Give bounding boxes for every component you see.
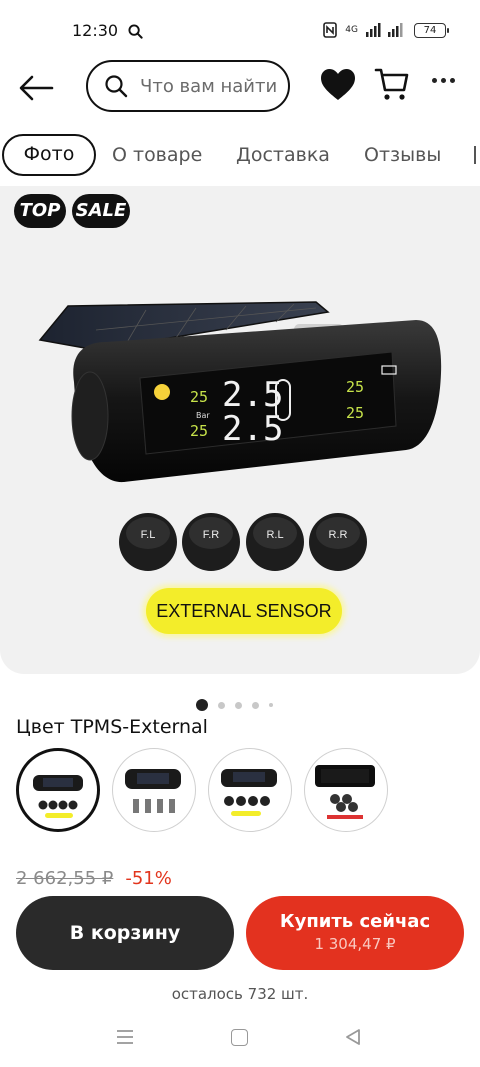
lcd-right-top: 25 [346, 378, 364, 396]
signal-icon [366, 23, 403, 37]
sensor-rl-label: R.L [266, 529, 283, 541]
variant-internal-thumbnail [125, 769, 181, 813]
recent-apps-icon[interactable] [116, 1029, 134, 1045]
cart-icon[interactable] [374, 66, 410, 102]
tab-delivery[interactable]: Доставка [236, 134, 330, 176]
tab-photo[interactable]: Фото [2, 134, 96, 176]
variant-external-x2-thumbnail [221, 769, 277, 816]
old-price: 2 662,55 ₽ [16, 868, 114, 889]
lcd-main-bottom: 2.5 [222, 409, 283, 449]
carousel-dot[interactable] [252, 701, 259, 709]
system-nav-bar [0, 1012, 480, 1067]
variant-external[interactable] [16, 748, 100, 832]
lcd-unit: Bar [196, 411, 210, 420]
sensor-fr-label: F.R [203, 529, 220, 541]
variant-external-thumbnail [33, 775, 83, 818]
carousel-dot[interactable] [269, 703, 273, 707]
section-tabs: Фото О товаре Доставка Отзывы [0, 134, 480, 178]
buy-now-button[interactable]: Купить сейчас 1 304,47 ₽ [246, 896, 464, 970]
discount-badge: -51% [125, 868, 172, 889]
tpms-monitor-image: 25 Bar 25 2.5 2.5 25 25 [38, 301, 442, 483]
status-indicators: 4G 74 [323, 22, 449, 38]
status-bar: 12:30 4G 74 [0, 0, 480, 60]
status-time: 12:30 [72, 21, 119, 40]
battery-icon: 74 [414, 22, 449, 38]
variant-external-x2[interactable] [208, 748, 292, 832]
sensor-fr: F.R [182, 513, 240, 571]
carousel-dot[interactable] [235, 701, 242, 709]
top-badge: TOP [14, 194, 66, 228]
sensor-rr: R.R [309, 513, 367, 571]
tab-reviews[interactable]: Отзывы [364, 134, 441, 176]
nfc-icon [323, 22, 338, 38]
sale-badge: SALE [72, 194, 130, 228]
variant-black[interactable] [304, 748, 388, 832]
sensor-fl-label: F.L [141, 529, 156, 541]
external-sensor-label: EXTERNAL SENSOR [146, 588, 342, 634]
sensor-rl: R.L [246, 513, 304, 571]
lcd-left-top: 25 [190, 388, 208, 406]
buy-now-label: Купить сейчас [279, 911, 431, 932]
tab-about[interactable]: О товаре [112, 134, 202, 176]
search-input[interactable] [140, 75, 288, 97]
sensor-rr-label: R.R [329, 529, 348, 541]
back-arrow-icon[interactable] [16, 72, 56, 104]
price-row: 2 662,55 ₽ -51% [16, 868, 172, 896]
buy-now-price: 1 304,47 ₽ [314, 935, 396, 953]
search-icon [128, 24, 143, 39]
lcd-left-bottom: 25 [190, 422, 208, 440]
add-to-cart-button[interactable]: В корзину [16, 896, 234, 970]
tpms-sensors-image: F.L F.R R.L R.R [119, 513, 367, 571]
heart-icon[interactable] [320, 68, 356, 102]
search-bar[interactable] [86, 60, 290, 112]
carousel-indicator [196, 698, 273, 712]
header [0, 58, 480, 120]
search-icon [105, 75, 128, 98]
tab-next-partial[interactable] [474, 146, 480, 164]
color-selection-label: Цвет TPMS-External [16, 716, 208, 738]
back-triangle-icon[interactable] [344, 1028, 362, 1046]
home-icon[interactable] [231, 1029, 248, 1046]
carousel-dot-active[interactable] [196, 699, 208, 711]
variant-internal[interactable] [112, 748, 196, 832]
lcd-right-bottom: 25 [346, 404, 364, 422]
more-icon[interactable] [432, 78, 458, 88]
color-variants [16, 748, 480, 832]
carousel-dot[interactable] [218, 701, 225, 709]
product-image-gallery[interactable]: TOP SALE 25 Bar 25 2.5 2.5 25 25 F.L F.R… [0, 186, 480, 674]
battery-level: 74 [423, 24, 437, 36]
network-type: 4G [345, 25, 358, 35]
variant-black-thumbnail [315, 765, 375, 819]
sensor-fl: F.L [119, 513, 177, 571]
stock-remaining: осталось 732 шт. [171, 985, 309, 1003]
